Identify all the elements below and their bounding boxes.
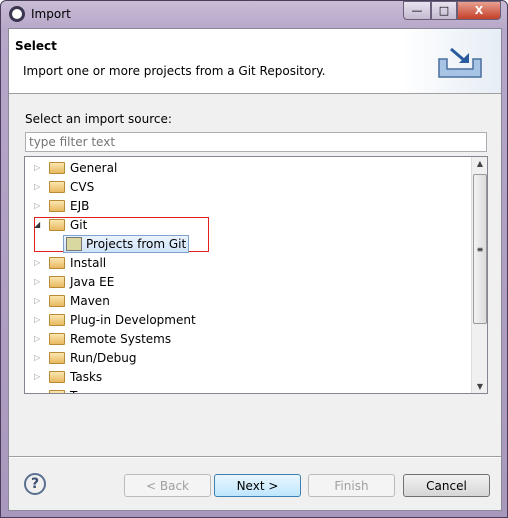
folder-icon — [49, 389, 65, 393]
collapsed-arrow-icon[interactable]: ▷ — [34, 258, 46, 267]
tree-item[interactable]: ▷ Plug-in Development — [25, 310, 196, 329]
filter-input[interactable] — [25, 132, 487, 152]
tree-item-label: Plug-in Development — [70, 312, 196, 327]
close-button[interactable]: X — [457, 1, 501, 20]
tree-item[interactable]: ▷ CVS — [25, 177, 94, 196]
page-title: Select — [15, 39, 57, 53]
collapsed-arrow-icon[interactable]: ▷ — [34, 201, 46, 210]
tree-item-label: Team — [70, 389, 102, 394]
folder-icon — [49, 313, 65, 326]
tree-item-label: Projects from Git — [86, 236, 187, 251]
divider — [9, 456, 501, 458]
collapsed-arrow-icon[interactable]: ▷ — [34, 353, 46, 362]
scroll-up-icon[interactable]: ▲ — [472, 159, 487, 168]
tree-item[interactable]: ▷ Maven — [25, 291, 110, 310]
import-wizard-icon — [438, 47, 482, 78]
page-description: Import one or more projects from a Git R… — [23, 64, 326, 78]
folder-icon — [49, 256, 65, 269]
import-dialog: Import — □ X Select Import one or more p… — [0, 0, 508, 518]
collapsed-arrow-icon[interactable]: ▷ — [34, 372, 46, 381]
tree-item-label: Run/Debug — [70, 350, 137, 365]
wizard-header: Select Import one or more projects from … — [9, 29, 501, 94]
collapsed-arrow-icon[interactable]: ▷ — [34, 334, 46, 343]
tree-item[interactable]: ▷ Tasks — [25, 367, 102, 386]
next-button[interactable]: Next > — [214, 474, 301, 497]
tree-item-label: Maven — [70, 293, 110, 308]
collapsed-arrow-icon[interactable]: ▷ — [34, 296, 46, 305]
finish-button[interactable]: Finish — [308, 474, 395, 497]
tree-item-label: Git — [70, 217, 88, 232]
title-bar: Import — [9, 6, 71, 22]
tree-item-label: Java EE — [70, 274, 115, 289]
tree-item[interactable]: ▷ Install — [25, 253, 106, 272]
expanded-arrow-icon[interactable]: ◢ — [34, 220, 46, 229]
tree-item[interactable]: ▷ Team — [25, 386, 102, 394]
folder-icon — [49, 218, 65, 231]
folder-icon — [49, 294, 65, 307]
collapsed-arrow-icon[interactable]: ▷ — [34, 163, 46, 172]
help-icon[interactable]: ? — [24, 473, 46, 495]
tree-item[interactable]: ▷ EJB — [25, 196, 89, 215]
tree-item-label: Remote Systems — [70, 331, 172, 346]
tree-item-label: General — [70, 160, 118, 175]
git-projects-icon — [66, 236, 82, 251]
folder-icon — [49, 275, 65, 288]
tree-item[interactable]: ▷ Java EE — [25, 272, 114, 291]
tree-item[interactable]: ▷ Remote Systems — [25, 329, 171, 348]
dialog-body: Select Import one or more projects from … — [8, 28, 502, 511]
tree-item-child[interactable]: Projects from Git — [25, 234, 190, 253]
tree-item[interactable]: ▷ General — [25, 158, 117, 177]
folder-icon — [49, 351, 65, 364]
maximize-button[interactable]: □ — [431, 1, 457, 20]
tree-item-label: EJB — [70, 198, 90, 213]
cancel-button[interactable]: Cancel — [403, 474, 490, 497]
folder-icon — [49, 332, 65, 345]
tree-item-label: Install — [70, 255, 107, 270]
tree-item[interactable]: ▷ Run/Debug — [25, 348, 137, 367]
folder-icon — [49, 161, 65, 174]
eclipse-icon — [9, 6, 25, 22]
collapsed-arrow-icon[interactable]: ▷ — [34, 391, 46, 393]
window-title: Import — [31, 7, 71, 21]
folder-icon — [49, 180, 65, 193]
collapsed-arrow-icon[interactable]: ▷ — [34, 277, 46, 286]
vertical-scrollbar[interactable]: ▲ ≡ ▼ — [471, 157, 487, 393]
folder-icon — [49, 370, 65, 383]
tree-item-label: Tasks — [70, 369, 103, 384]
scroll-down-icon[interactable]: ▼ — [472, 382, 487, 391]
source-label: Select an import source: — [25, 112, 172, 126]
collapsed-arrow-icon[interactable]: ▷ — [34, 315, 46, 324]
minimize-button[interactable]: — — [403, 1, 431, 20]
back-button[interactable]: < Back — [124, 474, 211, 497]
import-source-tree[interactable]: ▲ ≡ ▼ ▷ General ▷ CVS ▷ EJB ◢ Git Projects from … — [24, 156, 488, 394]
folder-icon — [49, 199, 65, 212]
tree-item[interactable]: ◢ Git — [25, 215, 87, 234]
collapsed-arrow-icon[interactable]: ▷ — [34, 182, 46, 191]
tree-item-label: CVS — [70, 179, 95, 194]
scrollbar-thumb[interactable]: ≡ — [473, 174, 487, 324]
